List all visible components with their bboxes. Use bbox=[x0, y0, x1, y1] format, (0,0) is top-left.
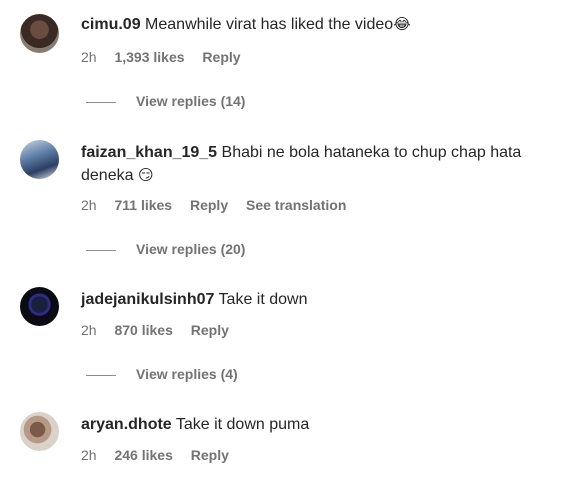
comment-meta: 2h 1,393 likes Reply bbox=[81, 49, 255, 65]
reply-button[interactable]: Reply bbox=[202, 49, 240, 65]
reply-button[interactable]: Reply bbox=[191, 322, 229, 338]
view-replies-button[interactable]: View replies (14) bbox=[86, 93, 245, 109]
comment-username[interactable]: aryan.dhote bbox=[81, 416, 172, 433]
avatar[interactable] bbox=[20, 14, 59, 53]
comment-likes[interactable]: 711 likes bbox=[114, 197, 172, 213]
avatar[interactable] bbox=[20, 412, 59, 451]
comment-username[interactable]: jadejanikulsinh07 bbox=[81, 291, 214, 308]
comment-text: Take it down puma bbox=[175, 416, 310, 433]
comment-text: Meanwhile virat has liked the video bbox=[145, 16, 394, 33]
comment-meta: 2h 870 likes Reply bbox=[81, 322, 243, 338]
comment-likes[interactable]: 870 likes bbox=[114, 322, 172, 338]
avatar[interactable] bbox=[20, 140, 59, 179]
smirk-emoji-icon: 😏 bbox=[137, 166, 154, 184]
divider-line bbox=[86, 249, 116, 251]
comment-time: 2h bbox=[81, 197, 97, 213]
divider-line bbox=[86, 101, 116, 103]
reply-button[interactable]: Reply bbox=[190, 197, 228, 213]
laughing-emoji-icon: 😂 bbox=[393, 15, 411, 33]
comment-meta: 2h 711 likes Reply See translation bbox=[81, 197, 360, 213]
comment-username[interactable]: cimu.09 bbox=[81, 16, 141, 33]
comment-text: Take it down bbox=[218, 291, 308, 308]
comment-text-line: faizan_khan_19_5 Bhabi ne bola hataneka … bbox=[81, 141, 571, 187]
view-replies-button[interactable]: View replies (20) bbox=[86, 241, 245, 257]
avatar[interactable] bbox=[20, 287, 59, 326]
comment-time: 2h bbox=[81, 49, 97, 65]
see-translation-button[interactable]: See translation bbox=[246, 197, 346, 213]
comment-time: 2h bbox=[81, 447, 97, 463]
comment-text-line: aryan.dhote Take it down puma bbox=[81, 413, 571, 436]
view-replies-label: View replies (20) bbox=[136, 241, 246, 257]
comment-likes[interactable]: 1,393 likes bbox=[114, 49, 184, 65]
divider-line bbox=[86, 374, 116, 376]
view-replies-label: View replies (4) bbox=[136, 366, 238, 382]
comment-text-line: jadejanikulsinh07 Take it down bbox=[81, 288, 571, 311]
view-replies-button[interactable]: View replies (4) bbox=[86, 366, 238, 382]
reply-button[interactable]: Reply bbox=[191, 447, 229, 463]
comment-time: 2h bbox=[81, 322, 97, 338]
comment-text-line: cimu.09 Meanwhile virat has liked the vi… bbox=[81, 13, 571, 36]
comment-username[interactable]: faizan_khan_19_5 bbox=[81, 144, 217, 161]
comment-likes[interactable]: 246 likes bbox=[114, 447, 172, 463]
comment-meta: 2h 246 likes Reply bbox=[81, 447, 243, 463]
view-replies-label: View replies (14) bbox=[136, 93, 246, 109]
